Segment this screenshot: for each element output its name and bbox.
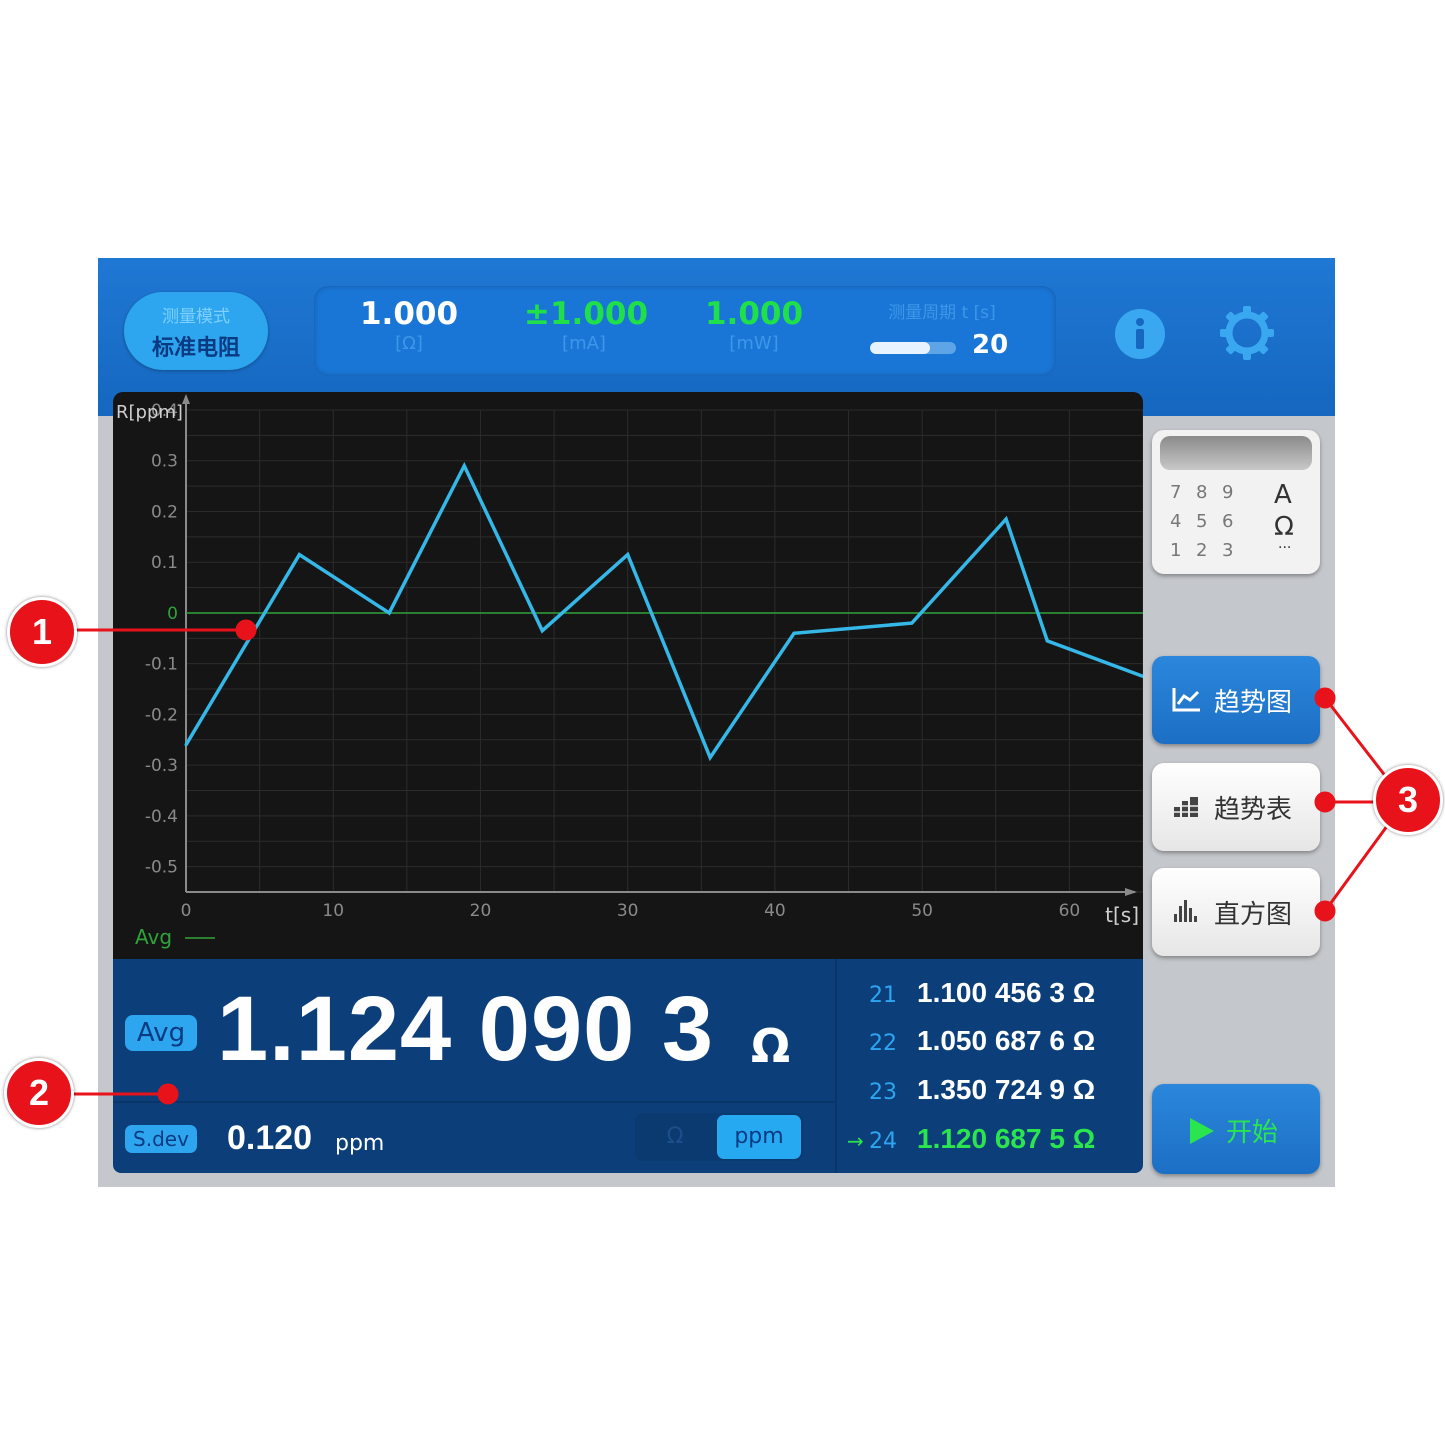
callout-3: 3 xyxy=(1373,765,1443,835)
annotation-lines xyxy=(70,619,1392,1105)
callout-1: 1 xyxy=(7,597,77,667)
callout-2: 2 xyxy=(4,1058,74,1128)
